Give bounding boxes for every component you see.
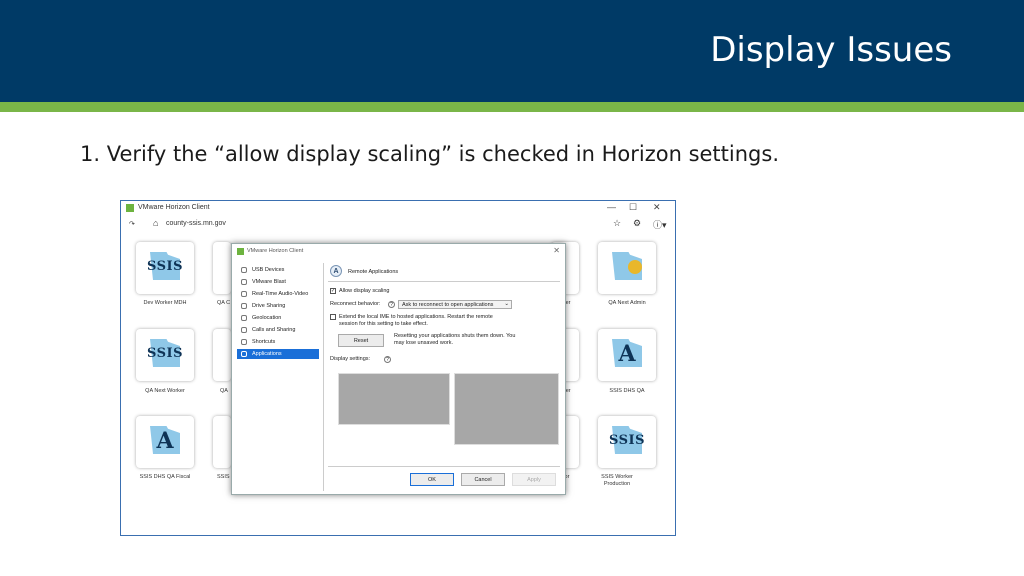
- server-host: county-ssis.mn.gov: [166, 220, 226, 227]
- help-icon[interactable]: ?: [384, 356, 391, 363]
- home-icon[interactable]: ⌂: [153, 218, 158, 228]
- nav-item-usb-devices[interactable]: USB Devices: [237, 265, 319, 275]
- display-preview-primary[interactable]: [338, 373, 450, 425]
- app-tile[interactable]: SSIS: [136, 329, 194, 381]
- favorite-icon[interactable]: ☆: [613, 218, 621, 229]
- window-title: VMware Horizon Client: [138, 204, 210, 211]
- help-icon[interactable]: ?: [388, 301, 395, 308]
- settings-nav: USB Devices VMware Blast Real-Time Audio…: [235, 263, 324, 491]
- app-tile-label: QA Next Admin: [608, 300, 646, 306]
- settings-dialog: VMware Horizon Client ✕ USB Devices VMwa…: [231, 243, 566, 495]
- allow-display-scaling-checkbox[interactable]: ✓: [330, 288, 336, 294]
- shortcut-icon: [241, 339, 247, 345]
- app-tile-label: Dev Worker MDH: [143, 300, 187, 306]
- ok-button[interactable]: OK: [410, 473, 454, 486]
- a-logo: A: [156, 428, 174, 454]
- microphone-icon: [241, 291, 247, 297]
- app-tile[interactable]: A: [598, 329, 656, 381]
- app-tile-label: QA Next Worker: [145, 388, 185, 394]
- remote-applications-icon: A: [330, 265, 342, 277]
- phone-icon: [241, 327, 247, 333]
- reset-button[interactable]: Reset: [338, 334, 384, 347]
- extend-ime-label-line1: Extend the local IME to hosted applicati…: [339, 314, 493, 320]
- help-menu-icon[interactable]: ⓘ▾: [653, 218, 667, 231]
- ssis-logo: SSIS: [147, 259, 183, 274]
- nav-item-real-time-audio-video[interactable]: Real-Time Audio-Video: [237, 289, 319, 299]
- app-tile-label: ker: [563, 388, 571, 394]
- nav-item-shortcuts[interactable]: Shortcuts: [237, 337, 319, 347]
- app-tile-partial[interactable]: [213, 416, 231, 468]
- close-window-button[interactable]: ✕: [653, 202, 661, 213]
- nav-item-vmware-blast[interactable]: VMware Blast: [237, 277, 319, 287]
- nav-item-calls-and-sharing[interactable]: Calls and Sharing: [237, 325, 319, 335]
- minimize-button[interactable]: —: [607, 202, 616, 212]
- allow-display-scaling-label: Allow display scaling: [339, 288, 390, 294]
- vmware-horizon-icon: [126, 204, 134, 212]
- location-icon: [241, 315, 247, 321]
- app-tile[interactable]: A: [136, 416, 194, 468]
- maximize-button[interactable]: ☐: [629, 202, 637, 213]
- reconnect-behavior-label: Reconnect behavior:: [330, 301, 381, 307]
- app-tile-partial[interactable]: [213, 329, 231, 381]
- ssis-logo: SSIS: [147, 346, 183, 361]
- header-accent-bar: [0, 102, 1024, 112]
- vmware-horizon-icon: [237, 248, 244, 255]
- settings-gear-icon[interactable]: ⚙: [633, 218, 641, 229]
- applications-icon: [241, 351, 247, 357]
- key-icon: [628, 260, 642, 274]
- app-tile-label: for: [563, 474, 570, 480]
- extend-ime-checkbox[interactable]: [330, 314, 336, 320]
- app-tile-label: SSIS DHS QA Fiscal: [139, 474, 191, 480]
- dialog-title-bar: VMware Horizon Client ✕: [232, 244, 565, 258]
- slide-title: Display Issues: [710, 30, 952, 70]
- reset-note-line1: Resetting your applications shuts them d…: [394, 333, 516, 339]
- chevron-down-icon: ⌄: [504, 301, 509, 307]
- reset-note-line2: may lose unsaved work.: [394, 340, 453, 346]
- app-tile-label: SSIS Worker Production: [601, 474, 633, 487]
- nav-item-applications[interactable]: Applications: [237, 349, 319, 359]
- app-tile[interactable]: [598, 242, 656, 294]
- app-tile[interactable]: SSIS: [598, 416, 656, 468]
- dialog-close-button[interactable]: ✕: [553, 246, 560, 255]
- pane-title: Remote Applications: [348, 269, 399, 275]
- app-tile-partial[interactable]: [213, 242, 231, 294]
- pane-header: A Remote Applications: [328, 263, 560, 282]
- nav-item-drive-sharing[interactable]: Drive Sharing: [237, 301, 319, 311]
- cancel-button[interactable]: Cancel: [461, 473, 505, 486]
- app-tile[interactable]: SSIS: [136, 242, 194, 294]
- a-logo: A: [618, 341, 636, 367]
- apply-button[interactable]: Apply: [512, 473, 556, 486]
- folder-icon: [241, 303, 247, 309]
- window-title-bar: VMware Horizon Client — ☐ ✕: [121, 201, 675, 215]
- server-address-bar: ↷ ⌂ county-ssis.mn.gov ☆ ⚙ ⓘ▾: [121, 217, 675, 233]
- reconnect-behavior-select[interactable]: Ask to reconnect to open applications ⌄: [398, 300, 512, 309]
- app-tile-label: SSIS DHS QA: [609, 388, 645, 394]
- display-settings-label: Display settings:: [330, 356, 371, 362]
- reconnect-behavior-value: Ask to reconnect to open applications: [402, 302, 494, 308]
- horizon-client-screenshot: VMware Horizon Client — ☐ ✕ ↷ ⌂ county-s…: [120, 200, 676, 536]
- usb-icon: [241, 267, 247, 273]
- ssis-logo: SSIS: [609, 433, 645, 448]
- back-icon[interactable]: ↷: [129, 220, 135, 228]
- dialog-title: VMware Horizon Client: [247, 248, 304, 254]
- display-preview-secondary[interactable]: [454, 373, 559, 445]
- instruction-step: 1. Verify the “allow display scaling” is…: [80, 142, 779, 166]
- nav-item-geolocation[interactable]: Geolocation: [237, 313, 319, 323]
- dialog-footer-divider: [328, 466, 560, 467]
- blast-icon: [241, 279, 247, 285]
- extend-ime-label-line2: session for this setting to take effect.: [339, 321, 428, 327]
